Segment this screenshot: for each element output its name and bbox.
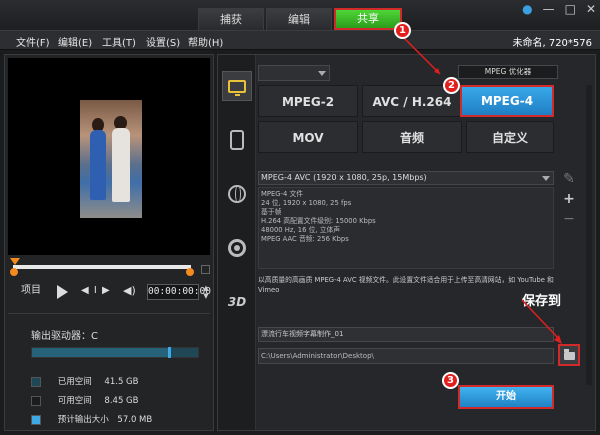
annotation-arrows	[401, 35, 562, 344]
app-window: 捕获 编辑 共享 ● — □ ✕ 文件(F) 编辑(E) 工具(T) 设置(S)…	[0, 0, 600, 435]
step-badge-1: 1	[394, 22, 411, 39]
annotation-arrow-line	[521, 299, 561, 341]
step-badge-3: 3	[442, 372, 459, 389]
annotation-arrow-line	[401, 35, 441, 75]
annotation-arrowhead	[554, 335, 562, 344]
step-badge-2: 2	[443, 77, 460, 94]
